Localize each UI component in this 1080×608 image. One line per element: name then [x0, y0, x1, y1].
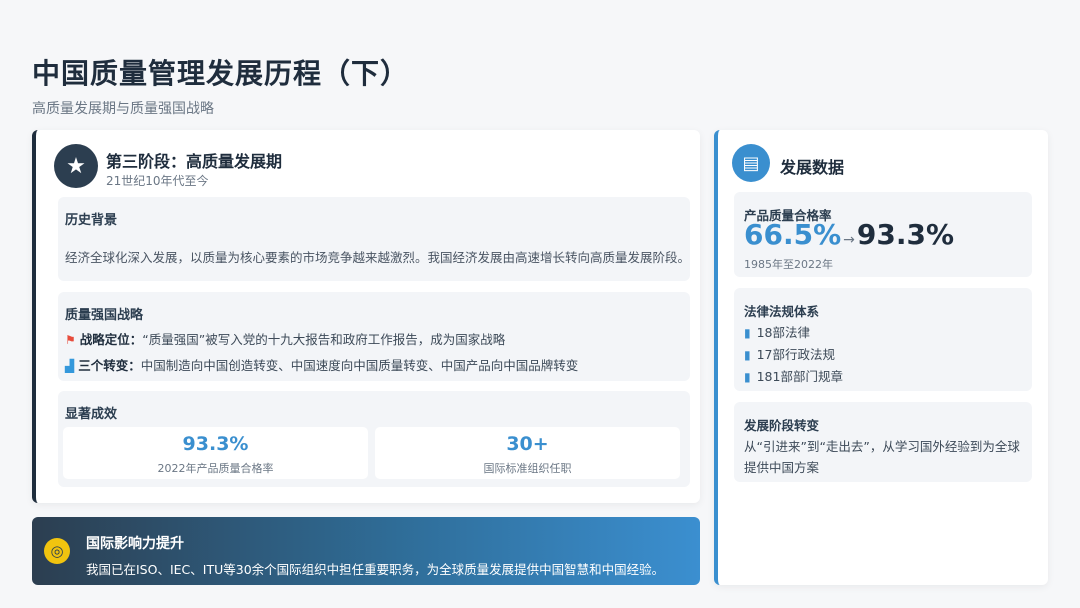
influence-title: 国际影响力提升 [86, 536, 184, 552]
history-background-heading: 历史背景 [65, 213, 118, 228]
result-label: 2022年产品质量合格率 [157, 462, 274, 475]
results-panel: 显著成效 93.3% 2022年产品质量合格率 30+ 国际标准组织任职 [58, 391, 690, 487]
arrow-right-icon: → [843, 232, 855, 248]
chart-icon: ▤ [732, 144, 770, 182]
history-background-panel: 历史背景 经济全球化深入发展，以质量为核心要素的市场竞争越来越激烈。我国经济发展… [58, 197, 690, 281]
list-item: ▮ 181部部门规章 [744, 366, 843, 385]
result-value: 93.3% [182, 433, 249, 455]
law-heading: 法律法规体系 [744, 304, 820, 319]
stage-period: 21世纪10年代至今 [106, 174, 209, 188]
history-background-text: 经济全球化深入发展，以质量为核心要素的市场竞争越来越激烈。我国经济发展由高速增长… [65, 250, 691, 265]
data-title: 发展数据 [780, 158, 845, 177]
rate-from-value: 66.5% [744, 218, 842, 251]
law-item-text: 17部行政法规 [756, 347, 836, 362]
strategy-panel: 质量强国战略 ⚑ 战略定位：“质量强国”被写入党的十九大报告和政府工作报告，成为国… [58, 292, 690, 381]
strategy-item-text: “质量强国”被写入党的十九大报告和政府工作报告，成为国家战略 [142, 332, 506, 347]
development-data-card: ▤ 发展数据 产品质量合格率 66.5% →93.3% 1985年至2022年 法… [714, 130, 1048, 585]
influence-text: 我国已在ISO、IEC、ITU等30余个国际组织中担任重要职务，为全球质量发展提… [86, 562, 665, 577]
book-icon: ▮ [744, 348, 751, 362]
star-icon: ★ [54, 144, 98, 188]
strategy-item-label: 战略定位： [79, 332, 143, 347]
stage-title: 第三阶段：高质量发展期 [106, 152, 283, 171]
influence-banner: ◎ 国际影响力提升 我国已在ISO、IEC、ITU等30余个国际组织中担任重要职… [32, 517, 700, 585]
strategy-item-text: 中国制造向中国创造转变、中国速度向中国质量转变、中国产品向中国品牌转变 [140, 358, 579, 373]
law-item-text: 181部部门规章 [756, 369, 843, 384]
strategy-item-positioning: ⚑ 战略定位：“质量强国”被写入党的十九大报告和政府工作报告，成为国家战略 [65, 329, 505, 348]
rate-note: 1985年至2022年 [744, 258, 833, 271]
law-system-panel: 法律法规体系 ▮ 18部法律 ▮ 17部行政法规 ▮ 181部部门规章 [734, 288, 1032, 391]
list-item: ▮ 18部法律 [744, 322, 810, 341]
industry-icon: ▟ [65, 359, 75, 373]
rate-to-value: 93.3% [856, 218, 955, 251]
result-stat-box: 30+ 国际标准组织任职 [375, 427, 680, 479]
page-title: 中国质量管理发展历程（下） [32, 57, 410, 90]
qualification-rate-panel: 产品质量合格率 66.5% →93.3% 1985年至2022年 [734, 192, 1032, 277]
book-icon: ▮ [744, 370, 751, 384]
page-subtitle: 高质量发展期与质量强国战略 [32, 101, 214, 117]
flag-icon: ⚑ [65, 333, 76, 347]
list-item: ▮ 17部行政法规 [744, 344, 835, 363]
strategy-item-label: 三个转变： [78, 358, 141, 373]
strategy-heading: 质量强国战略 [65, 308, 144, 323]
globe-icon: ◎ [44, 538, 70, 564]
transition-heading: 发展阶段转变 [744, 418, 820, 433]
result-stat-box: 93.3% 2022年产品质量合格率 [63, 427, 368, 479]
rate-values: 66.5% →93.3% [744, 218, 954, 251]
book-icon: ▮ [744, 326, 751, 340]
strategy-item-transformations: ▟ 三个转变：中国制造向中国创造转变、中国速度向中国质量转变、中国产品向中国品牌转… [65, 355, 578, 374]
result-value: 30+ [506, 433, 549, 455]
transition-text: 从“引进来”到“走出去”，从学习国外经验到为全球提供中国方案 [744, 439, 1020, 475]
stage-transition-panel: 发展阶段转变 从“引进来”到“走出去”，从学习国外经验到为全球提供中国方案 [734, 402, 1032, 482]
result-label: 国际标准组织任职 [483, 462, 572, 475]
law-item-text: 18部法律 [756, 325, 811, 340]
results-heading: 显著成效 [65, 407, 118, 422]
stage-card: ★ 第三阶段：高质量发展期 21世纪10年代至今 历史背景 经济全球化深入发展，… [32, 130, 700, 503]
